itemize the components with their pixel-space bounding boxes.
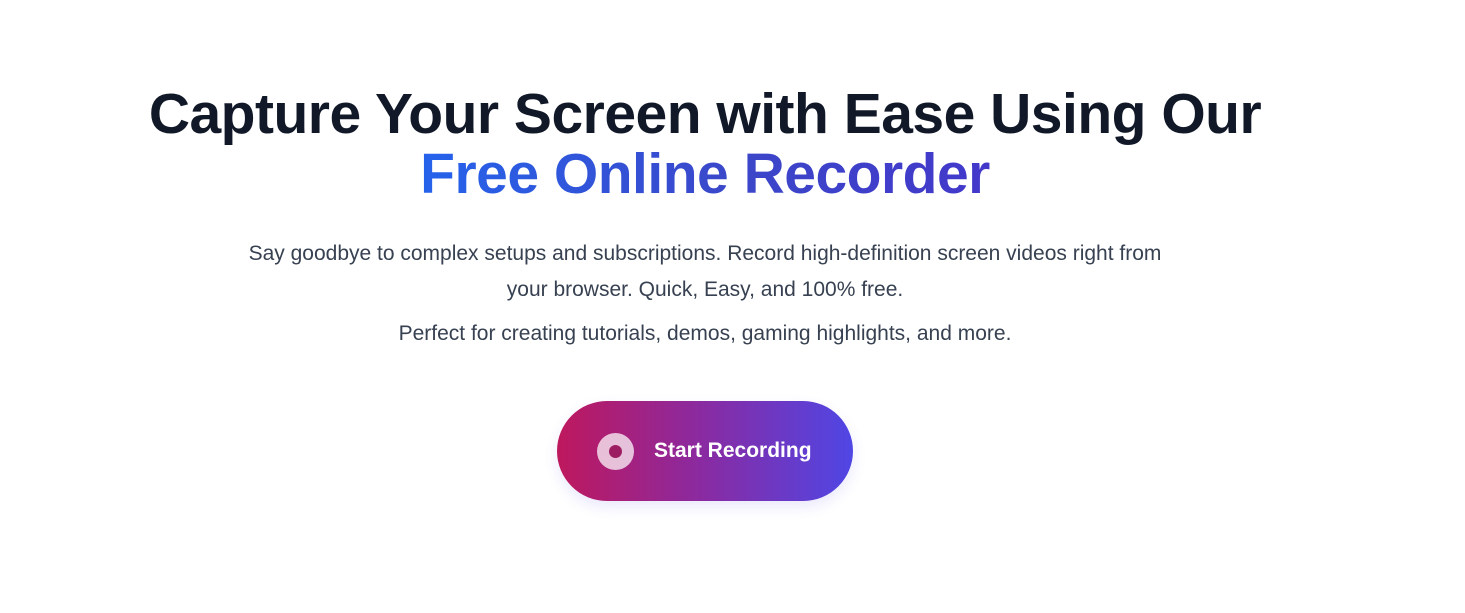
hero-subnote: Perfect for creating tutorials, demos, g…	[398, 322, 1012, 345]
hero-section: Capture Your Screen with Ease Using Our …	[0, 0, 1465, 613]
hero-title-highlight: Free Online Recorder	[420, 142, 990, 206]
start-recording-button[interactable]: Start Recording	[557, 401, 853, 501]
hero-subtitle: Say goodbye to complex setups and subscr…	[248, 242, 1162, 301]
hero-title-line1: Capture Your Screen with Ease Using Our	[148, 82, 1262, 146]
start-recording-label: Start Recording	[654, 439, 812, 462]
record-icon	[597, 432, 634, 470]
record-dot	[609, 444, 622, 458]
hero-title: Capture Your Screen with Ease Using Our …	[0, 84, 1410, 204]
